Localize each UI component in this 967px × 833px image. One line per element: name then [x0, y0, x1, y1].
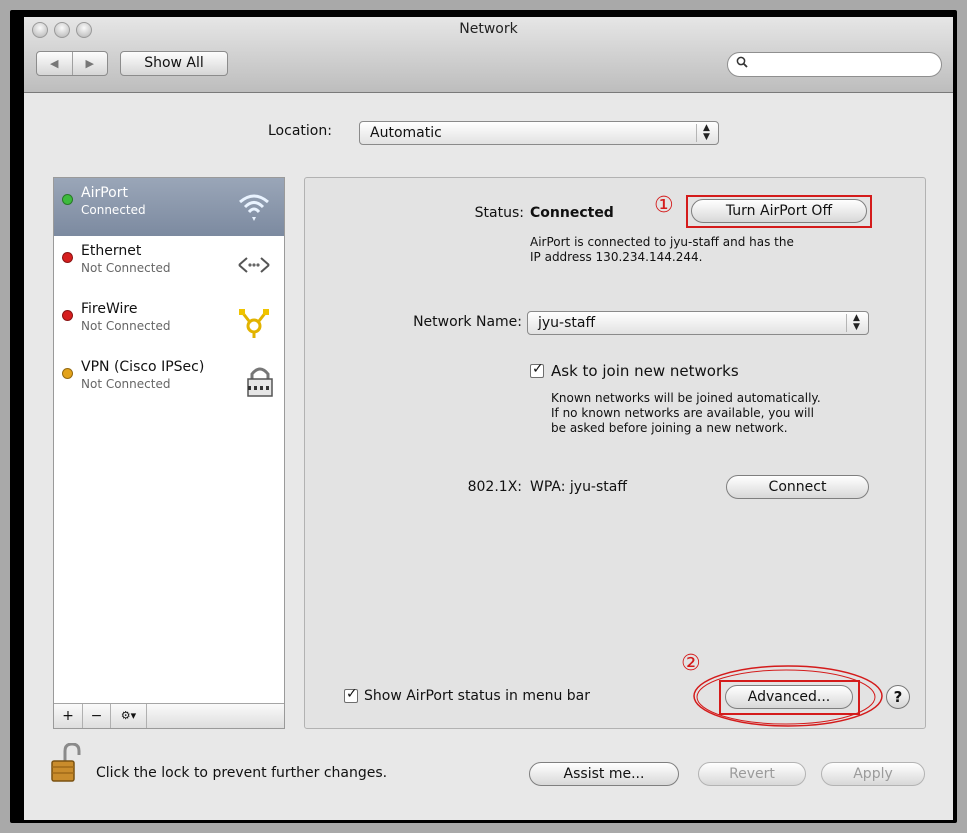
show-all-button[interactable]: Show All — [120, 51, 228, 76]
network-name-value: jyu-staff — [538, 315, 596, 331]
service-name: Ethernet — [81, 243, 142, 259]
service-status: Not Connected — [81, 377, 171, 391]
search-input[interactable] — [727, 52, 942, 77]
status-dot-red — [62, 310, 73, 321]
back-arrow-icon[interactable]: ◀ — [37, 52, 73, 75]
status-label: Status: — [474, 205, 524, 221]
remove-service-button[interactable]: − — [83, 704, 111, 728]
network-preferences-window: Network ◀ ▶ Show All Location: Automatic… — [24, 17, 953, 820]
service-status: Not Connected — [81, 261, 171, 275]
titlebar: Network ◀ ▶ Show All — [24, 17, 953, 93]
connect-button[interactable]: Connect — [726, 475, 869, 499]
service-list: AirPort Connected Ethernet Not Connected — [53, 177, 285, 729]
service-status: Not Connected — [81, 319, 171, 333]
service-item-ethernet[interactable]: Ethernet Not Connected — [54, 236, 284, 294]
annotation-marker-1: ① — [654, 193, 674, 218]
assist-me-button[interactable]: Assist me... — [529, 762, 679, 786]
vpn-lock-icon — [242, 364, 278, 398]
service-item-airport[interactable]: AirPort Connected — [54, 178, 284, 236]
wifi-icon — [236, 190, 272, 224]
turn-airport-off-button[interactable]: Turn AirPort Off — [691, 199, 867, 223]
back-forward-control: ◀ ▶ — [36, 51, 108, 76]
show-status-label: Show AirPort status in menu bar — [364, 688, 591, 704]
location-value: Automatic — [370, 125, 442, 141]
dot1x-label: 802.1X: — [467, 479, 522, 495]
firewire-icon — [236, 306, 272, 340]
status-description-line-2: IP address 130.234.144.244. — [530, 250, 703, 264]
ask-join-description-line-2: If no known networks are available, you … — [551, 406, 814, 420]
window-title: Network — [459, 21, 518, 37]
popup-arrows-icon: ▲ ▼ — [846, 314, 866, 332]
service-name: AirPort — [81, 185, 128, 201]
network-name-select[interactable]: jyu-staff ▲ ▼ — [527, 311, 869, 335]
status-description-line-1: AirPort is connected to jyu-staff and ha… — [530, 235, 794, 249]
location-label: Location: — [268, 123, 332, 139]
service-item-vpn[interactable]: VPN (Cisco IPSec) Not Connected — [54, 352, 284, 410]
service-list-controls: + − ⚙▾ — [54, 703, 284, 728]
advanced-button[interactable]: Advanced... — [725, 685, 853, 709]
popup-arrows-icon: ▲ ▼ — [696, 124, 716, 142]
service-item-firewire[interactable]: FireWire Not Connected — [54, 294, 284, 352]
service-name: VPN (Cisco IPSec) — [81, 359, 205, 375]
help-button[interactable]: ? — [886, 685, 910, 709]
ethernet-icon — [236, 248, 272, 282]
gear-icon[interactable]: ⚙▾ — [111, 704, 147, 728]
lock-icon[interactable] — [50, 742, 82, 789]
add-service-button[interactable]: + — [54, 704, 83, 728]
status-dot-green — [62, 194, 73, 205]
service-status: Connected — [81, 203, 146, 217]
network-name-label: Network Name: — [413, 314, 522, 330]
service-name: FireWire — [81, 301, 138, 317]
dot1x-value: WPA: jyu-staff — [530, 479, 627, 495]
ask-join-label: Ask to join new networks — [551, 362, 739, 380]
status-dot-red — [62, 252, 73, 263]
apply-button[interactable]: Apply — [821, 762, 925, 786]
ask-join-checkbox[interactable] — [530, 361, 544, 378]
location-select[interactable]: Automatic ▲ ▼ — [359, 121, 719, 145]
status-dot-yellow — [62, 368, 73, 379]
show-status-checkbox[interactable] — [344, 686, 358, 703]
forward-arrow-icon[interactable]: ▶ — [73, 52, 108, 75]
search-icon — [736, 56, 748, 72]
ask-join-description-line-1: Known networks will be joined automatica… — [551, 391, 821, 405]
lock-status-text: Click the lock to prevent further change… — [96, 765, 388, 781]
status-value: Connected — [530, 205, 614, 221]
ask-join-description-line-3: be asked before joining a new network. — [551, 421, 788, 435]
revert-button[interactable]: Revert — [698, 762, 806, 786]
